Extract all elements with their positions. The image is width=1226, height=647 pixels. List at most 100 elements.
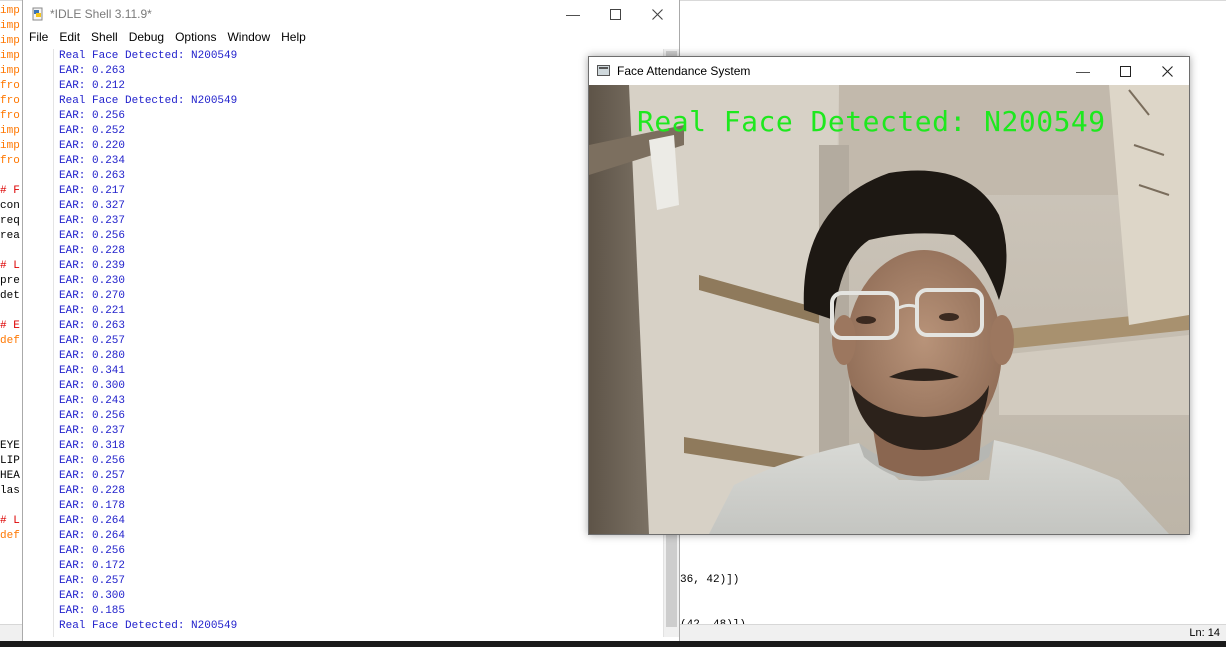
shell-detection-line: Real Face Detected: N200549	[59, 95, 238, 107]
window-app-icon	[597, 65, 610, 76]
code-line: EYE	[0, 440, 20, 452]
shell-ear-line: EAR: 0.221	[59, 305, 126, 317]
shell-output-area[interactable]: Real Face Detected: N200549 EAR: 0.263 EAR…	[53, 49, 663, 637]
code-line: fro	[0, 155, 20, 167]
shell-ear-line: EAR: 0.263	[59, 170, 126, 182]
menu-edit[interactable]: Edit	[59, 28, 80, 47]
shell-ear-line: EAR: 0.257	[59, 335, 126, 347]
code-line: con	[0, 200, 20, 212]
menu-file[interactable]: File	[29, 28, 48, 47]
window-title: Face Attendance System	[617, 64, 751, 78]
close-icon	[651, 8, 663, 20]
code-line: imp	[0, 125, 20, 137]
shell-ear-line: EAR: 0.264	[59, 530, 126, 542]
window-title: *IDLE Shell 3.11.9*	[50, 7, 152, 21]
code-line: LIP	[0, 455, 20, 467]
shell-ear-line: EAR: 0.270	[59, 290, 126, 302]
shell-ear-line: EAR: 0.341	[59, 365, 126, 377]
minimize-icon: —	[1076, 63, 1090, 79]
shell-ear-line: EAR: 0.228	[59, 485, 126, 497]
code-line: imp	[0, 140, 20, 152]
camera-feed: Real Face Detected: N200549	[589, 85, 1189, 534]
taskbar	[0, 641, 1226, 647]
menu-shell[interactable]: Shell	[91, 28, 118, 47]
code-line: # L	[0, 515, 20, 527]
minimize-button[interactable]: —	[551, 0, 595, 28]
shell-ear-line: EAR: 0.263	[59, 320, 126, 332]
shell-ear-line: EAR: 0.256	[59, 230, 126, 242]
shell-ear-line: EAR: 0.243	[59, 395, 126, 407]
shell-ear-line: EAR: 0.280	[59, 350, 126, 362]
code-line: HEA	[0, 470, 20, 482]
code-line: fro	[0, 95, 20, 107]
code-line: fro	[0, 80, 20, 92]
shell-ear-line: EAR: 0.300	[59, 380, 126, 392]
close-icon	[1161, 65, 1173, 77]
shell-ear-line: EAR: 0.212	[59, 80, 126, 92]
shell-ear-line: EAR: 0.217	[59, 185, 126, 197]
minimize-button[interactable]: —	[1061, 57, 1105, 85]
code-line: 36, 42)])	[680, 574, 740, 586]
menu-options[interactable]: Options	[175, 28, 216, 47]
maximize-button[interactable]	[593, 0, 637, 28]
close-button[interactable]	[635, 0, 679, 28]
shell-ear-line: EAR: 0.220	[59, 140, 126, 152]
code-line: # L	[0, 260, 20, 272]
face-detection-label: Real Face Detected: N200549	[637, 105, 1106, 138]
shell-ear-line: EAR: 0.256	[59, 455, 126, 467]
webcam-frame-image	[589, 85, 1189, 534]
code-line: def	[0, 530, 20, 542]
maximize-button[interactable]	[1103, 57, 1147, 85]
code-line: imp	[0, 50, 20, 62]
idle-shell-window: *IDLE Shell 3.11.9* — File Edit Shell De…	[22, 0, 680, 641]
python-idle-icon	[32, 7, 43, 21]
menu-debug[interactable]: Debug	[129, 28, 164, 47]
code-line: req	[0, 215, 20, 227]
shell-detection-line: Real Face Detected: N200549	[59, 620, 238, 632]
shell-ear-line: EAR: 0.257	[59, 575, 126, 587]
line-number-status: Ln: 14	[1189, 627, 1220, 639]
shell-ear-line: EAR: 0.257	[59, 470, 126, 482]
shell-ear-line: EAR: 0.237	[59, 425, 126, 437]
code-line: las	[0, 485, 20, 497]
face-window-title-bar[interactable]: Face Attendance System —	[589, 57, 1189, 85]
shell-ear-line: EAR: 0.185	[59, 605, 126, 617]
close-button[interactable]	[1145, 57, 1189, 85]
code-line: det	[0, 290, 20, 302]
shell-ear-line: EAR: 0.256	[59, 110, 126, 122]
maximize-icon	[609, 8, 621, 20]
shell-ear-line: EAR: 0.318	[59, 440, 126, 452]
idle-title-bar[interactable]: *IDLE Shell 3.11.9* —	[23, 0, 679, 28]
shell-ear-line: EAR: 0.256	[59, 545, 126, 557]
code-line: pre	[0, 275, 20, 287]
idle-menu-bar: File Edit Shell Debug Options Window Hel…	[23, 28, 679, 47]
code-line: # E	[0, 320, 20, 332]
shell-ear-line: EAR: 0.263	[59, 65, 126, 77]
shell-ear-line: EAR: 0.228	[59, 245, 126, 257]
code-line: imp	[0, 20, 20, 32]
code-line: imp	[0, 65, 20, 77]
shell-ear-line: EAR: 0.327	[59, 200, 126, 212]
shell-ear-line: EAR: 0.234	[59, 155, 126, 167]
shell-ear-line: EAR: 0.300	[59, 590, 126, 602]
shell-ear-line: EAR: 0.237	[59, 215, 126, 227]
editor-code-strip[interactable]: imp imp imp imp imp fro fro fro imp imp fro # F con r…	[0, 4, 22, 544]
menu-window[interactable]: Window	[227, 28, 270, 47]
shell-ear-line: EAR: 0.172	[59, 560, 126, 572]
menu-help[interactable]: Help	[281, 28, 306, 47]
shell-ear-line: EAR: 0.256	[59, 410, 126, 422]
shell-ear-line: EAR: 0.230	[59, 275, 126, 287]
code-line: imp	[0, 35, 20, 47]
face-attendance-window: Face Attendance System — Real Face Detec…	[588, 56, 1190, 535]
code-line: rea	[0, 230, 20, 242]
shell-ear-line: EAR: 0.178	[59, 500, 126, 512]
code-line: fro	[0, 110, 20, 122]
